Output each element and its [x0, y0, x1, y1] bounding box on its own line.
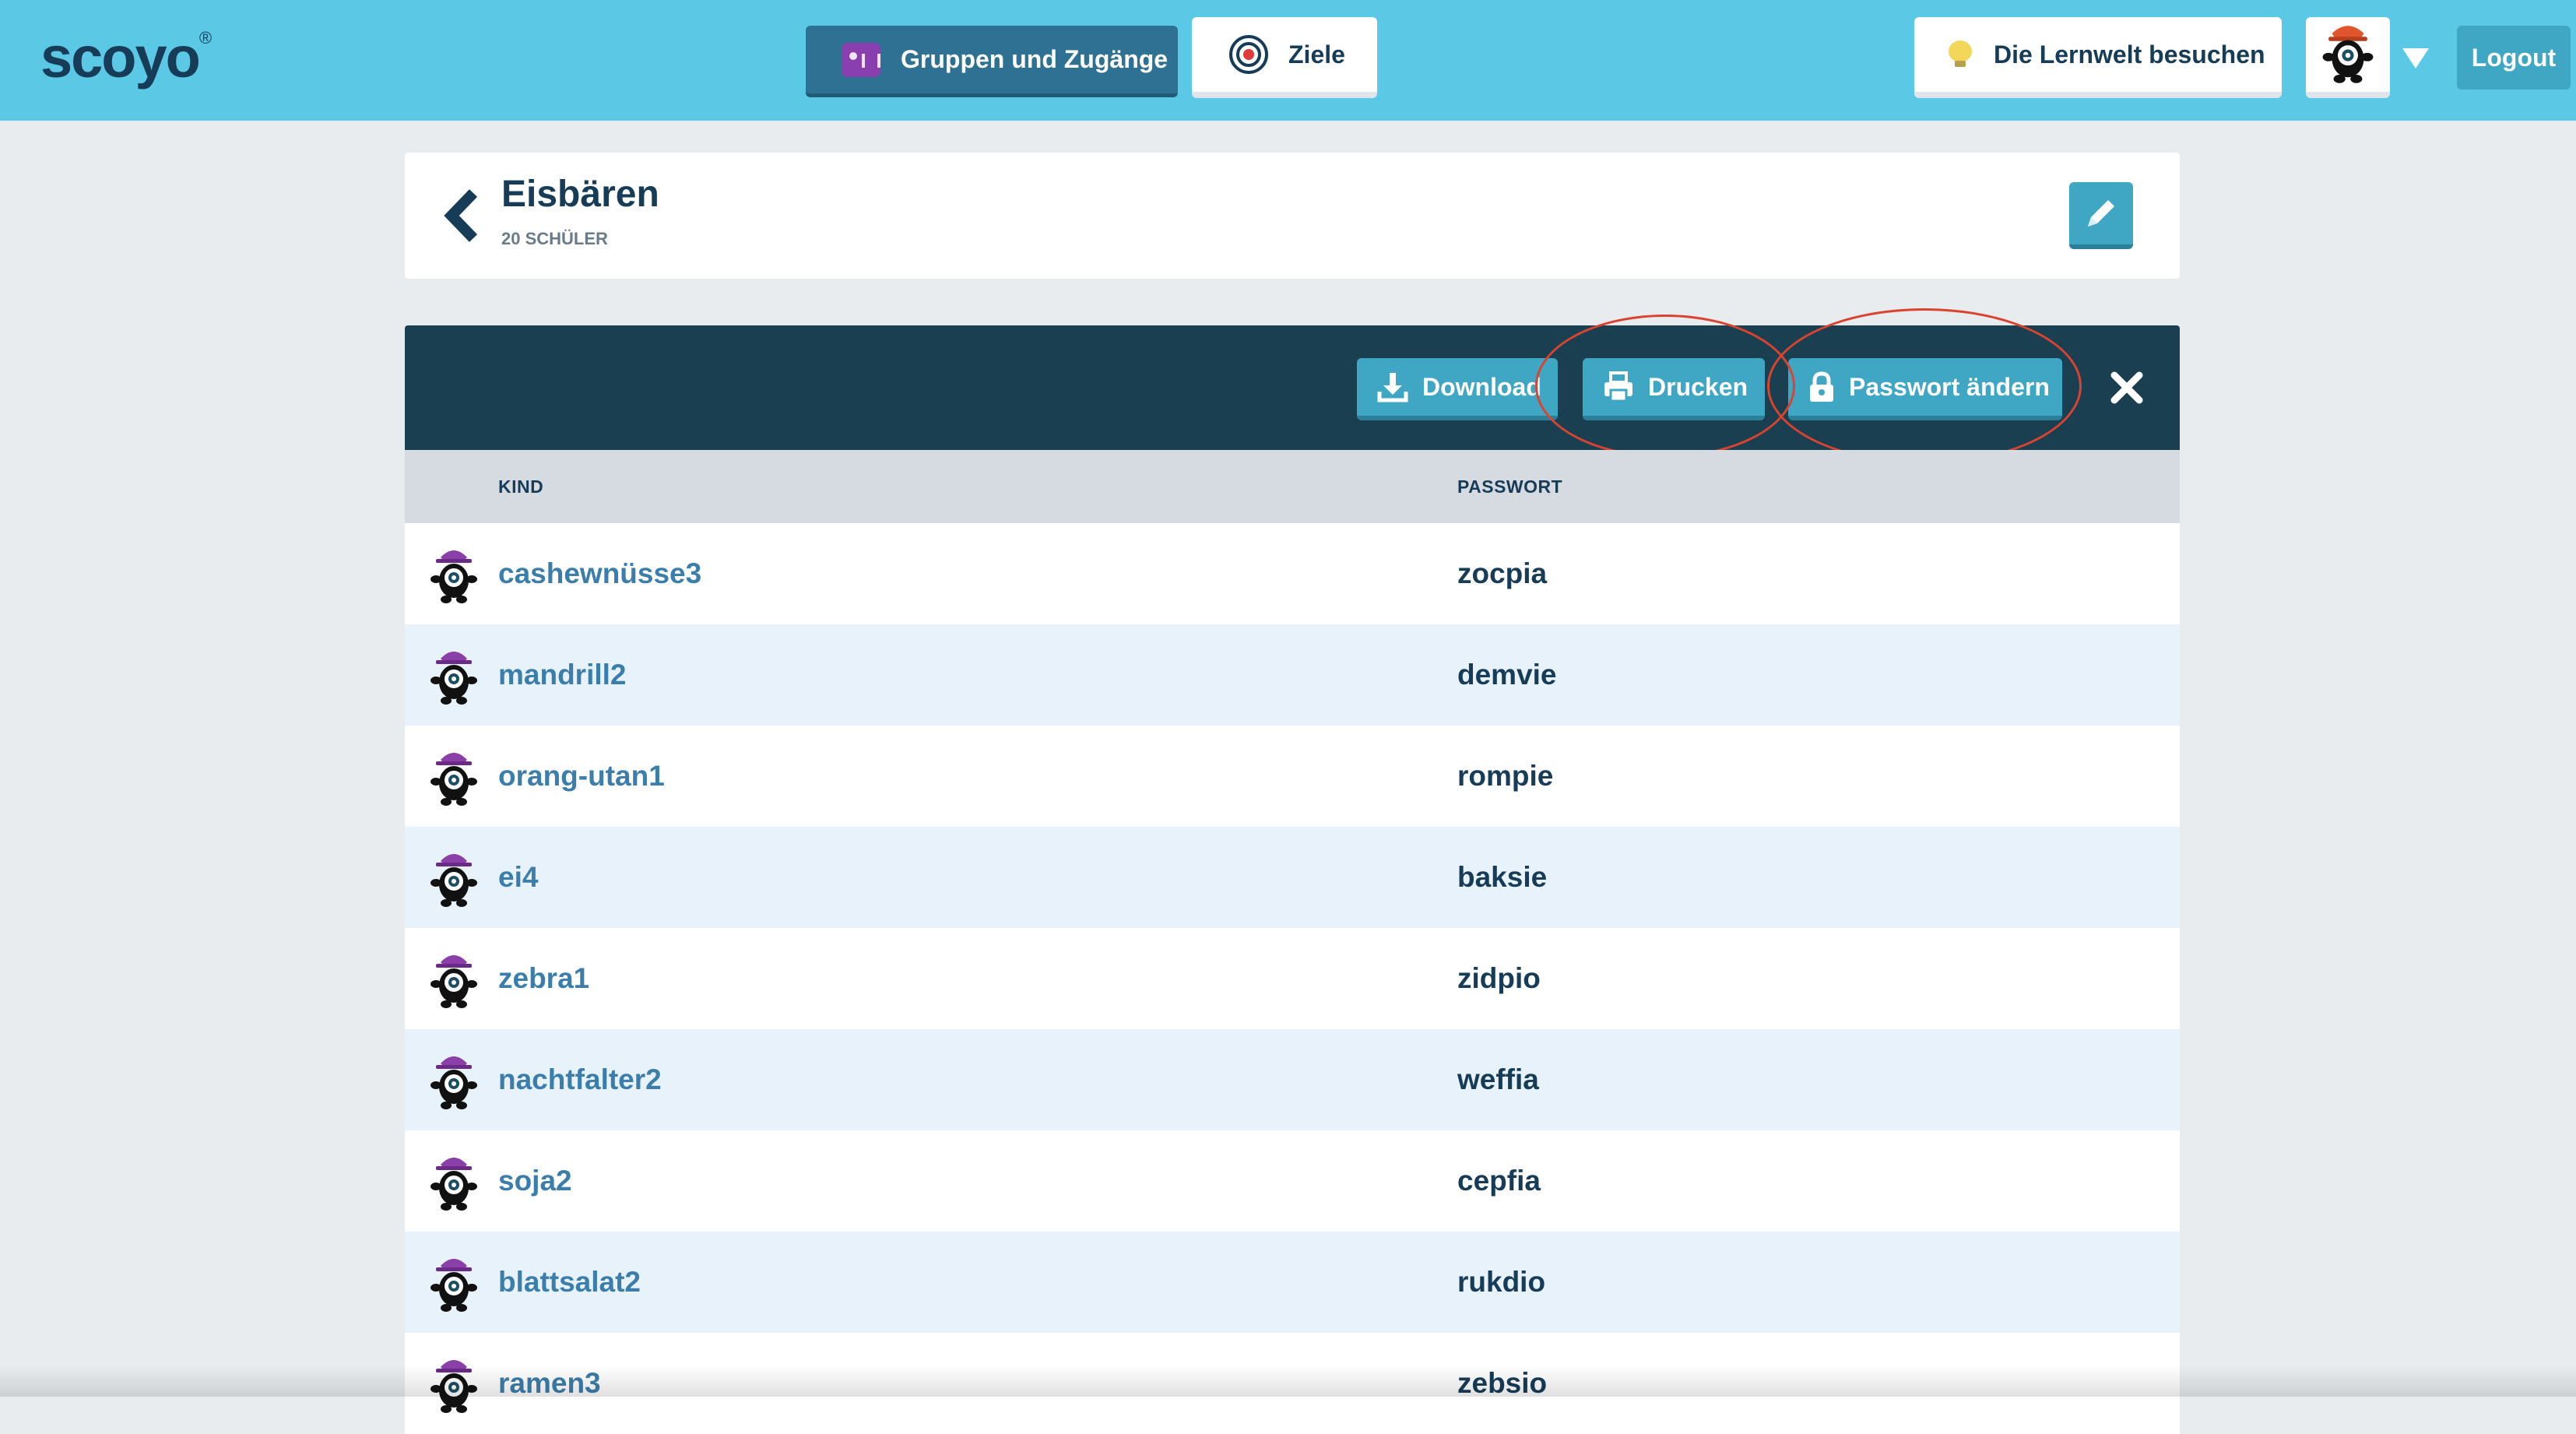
- change-password-label: Passwort ändern: [1849, 372, 2050, 401]
- nav-goals-label: Ziele: [1288, 40, 1345, 69]
- lightbulb-icon: [1949, 40, 1972, 69]
- print-button[interactable]: Drucken: [1583, 358, 1765, 420]
- student-password: demvie: [1457, 659, 1557, 691]
- student-username-link[interactable]: zebra1: [498, 962, 589, 995]
- student-avatar-icon: [431, 1259, 477, 1312]
- table-row[interactable]: zebra1 zidpio: [405, 928, 2180, 1029]
- table-row[interactable]: blattsalat2 rukdio: [405, 1232, 2180, 1333]
- close-icon[interactable]: [2108, 369, 2145, 406]
- chevron-left-icon[interactable]: [439, 188, 486, 243]
- chevron-down-icon[interactable]: [2402, 48, 2429, 69]
- printer-icon: [1604, 371, 1632, 402]
- scoyo-logo[interactable]: scoyo ®: [40, 22, 212, 92]
- student-count: 20 SCHÜLER: [501, 229, 608, 248]
- student-username-link[interactable]: blattsalat2: [498, 1266, 641, 1299]
- print-label: Drucken: [1648, 372, 1748, 401]
- student-password: rompie: [1457, 760, 1554, 792]
- student-password: baksie: [1457, 861, 1548, 893]
- user-avatar-button[interactable]: [2306, 17, 2390, 98]
- table-row[interactable]: soja2 cepfia: [405, 1130, 2180, 1232]
- student-username-link[interactable]: ei4: [498, 861, 538, 894]
- lock-icon: [1810, 371, 1833, 402]
- student-avatar-icon: [431, 1360, 477, 1413]
- pencil-icon: [2088, 200, 2114, 227]
- student-username-link[interactable]: cashewnüsse3: [498, 557, 701, 590]
- visit-lernwelt-button[interactable]: Die Lernwelt besuchen: [1914, 17, 2282, 98]
- student-password: cepfia: [1457, 1165, 1541, 1197]
- student-username-link[interactable]: nachtfalter2: [498, 1063, 662, 1096]
- student-password: weffia: [1457, 1063, 1539, 1095]
- student-password: zebsio: [1457, 1367, 1548, 1399]
- table-row[interactable]: ramen3 zebsio: [405, 1333, 2180, 1434]
- visit-lernwelt-label: Die Lernwelt besuchen: [1994, 40, 2265, 69]
- student-avatar-icon: [431, 1158, 477, 1211]
- column-header-kind: KIND: [498, 476, 544, 497]
- student-username-link[interactable]: mandrill2: [498, 659, 627, 691]
- page-title: Eisbären: [501, 174, 659, 215]
- student-password: rukdio: [1457, 1266, 1546, 1298]
- target-icon: [1229, 35, 1268, 74]
- download-label: Download: [1422, 372, 1541, 401]
- group-header-card: Eisbären 20 SCHÜLER: [405, 153, 2180, 279]
- table-row[interactable]: cashewnüsse3 zocpia: [405, 523, 2180, 624]
- download-icon: [1377, 373, 1408, 402]
- student-table-body: cashewnüsse3 zocpia mandrill2 demvie ora…: [405, 523, 2180, 1434]
- nav-groups-button[interactable]: Gruppen und Zugänge: [806, 26, 1178, 97]
- student-password: zidpio: [1457, 962, 1541, 994]
- scoyo-monster-avatar-icon: [2322, 26, 2374, 83]
- student-password: zocpia: [1457, 557, 1548, 589]
- nav-groups-label: Gruppen und Zugänge: [901, 45, 1169, 73]
- table-header: KIND PASSWORT: [405, 450, 2180, 523]
- logo-registered-mark: ®: [199, 28, 213, 47]
- table-row[interactable]: mandrill2 demvie: [405, 624, 2180, 726]
- top-navigation-bar: scoyo ® Gruppen und Zugänge Ziele Die Le…: [0, 0, 2576, 121]
- student-avatar-icon: [431, 1056, 477, 1109]
- table-row[interactable]: orang-utan1 rompie: [405, 726, 2180, 827]
- student-username-link[interactable]: ramen3: [498, 1367, 601, 1400]
- nav-goals-button[interactable]: Ziele: [1192, 17, 1377, 98]
- group-chart-icon: [842, 42, 880, 77]
- student-username-link[interactable]: soja2: [498, 1165, 572, 1197]
- student-username-link[interactable]: orang-utan1: [498, 760, 665, 793]
- student-avatar-icon: [431, 550, 477, 603]
- edit-group-button[interactable]: [2069, 182, 2133, 249]
- download-button[interactable]: Download: [1357, 358, 1558, 420]
- column-header-password: PASSWORT: [1457, 476, 1563, 497]
- logout-button[interactable]: Logout: [2457, 26, 2571, 90]
- table-row[interactable]: nachtfalter2 weffia: [405, 1029, 2180, 1130]
- student-avatar-icon: [431, 955, 477, 1008]
- change-password-button[interactable]: Passwort ändern: [1788, 358, 2062, 420]
- student-avatar-icon: [431, 854, 477, 907]
- student-avatar-icon: [431, 753, 477, 806]
- bulk-action-bar: Download Drucken Passwort ändern: [405, 308, 2180, 464]
- table-row[interactable]: ei4 baksie: [405, 827, 2180, 928]
- student-avatar-icon: [431, 652, 477, 705]
- logo-text: scoyo: [40, 24, 201, 90]
